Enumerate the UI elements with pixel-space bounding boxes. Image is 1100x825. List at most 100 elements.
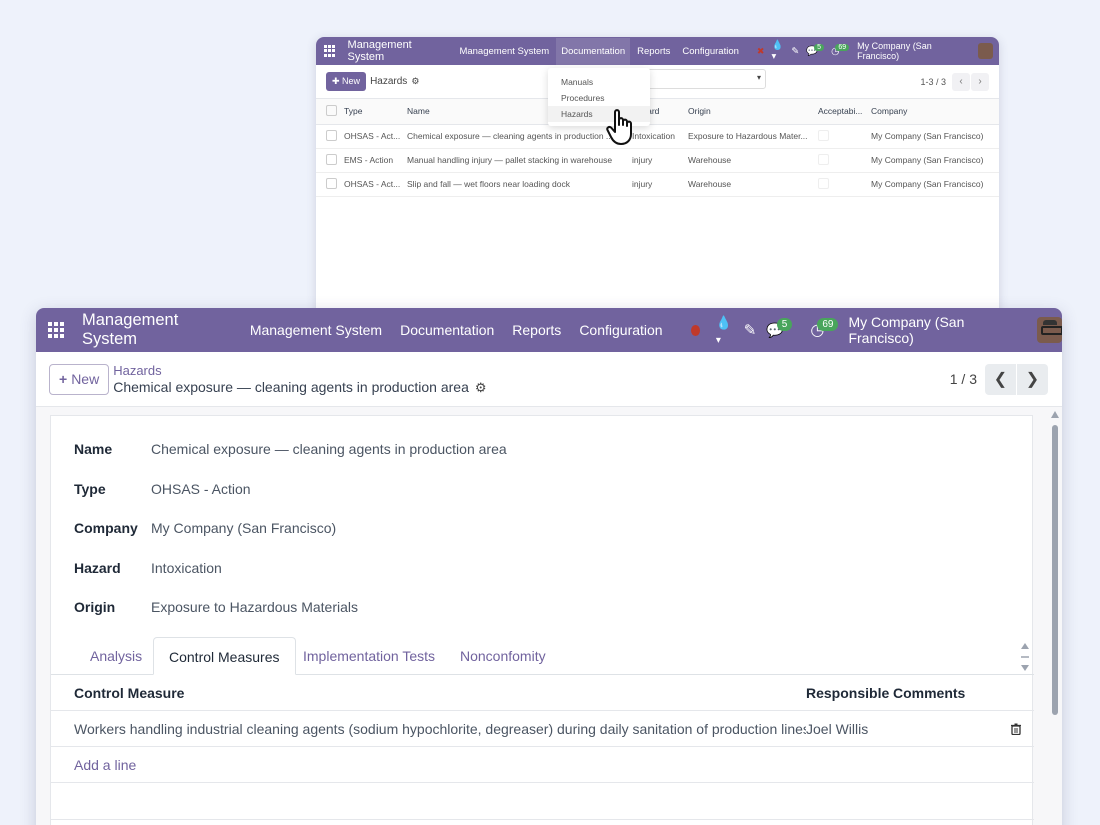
pager-value[interactable]: 1-3 / 3 (920, 77, 946, 87)
menu-management-system[interactable]: Management System (250, 322, 382, 338)
dropdown-item-procedures[interactable]: Procedures (548, 90, 650, 106)
cell-measure[interactable]: Workers handling industrial cleaning age… (51, 721, 806, 737)
type-value[interactable]: OHSAS - Action (151, 481, 251, 497)
drop-icon[interactable]: 💧▾ (716, 315, 734, 346)
table-row[interactable]: OHSAS - Act... Slip and fall — wet floor… (316, 172, 999, 197)
col-comments[interactable]: Comments (891, 685, 1001, 701)
app-brand[interactable]: Management System (348, 39, 448, 63)
cell-hazard: injury (628, 148, 684, 173)
pager-next-icon[interactable]: › (971, 72, 989, 91)
col-responsible[interactable]: Responsible (806, 685, 891, 701)
back-window: Management System Management System Docu… (316, 37, 999, 327)
cell-company: My Company (San Francisco) (867, 124, 999, 149)
acceptability-checkbox[interactable] (818, 153, 829, 165)
company-value[interactable]: My Company (San Francisco) (151, 520, 336, 536)
col-control-measure[interactable]: Control Measure (51, 685, 806, 701)
avatar[interactable] (1037, 317, 1062, 343)
new-button[interactable]: ✚ New (326, 72, 367, 91)
table-row[interactable]: EMS - Action Manual handling injury — pa… (316, 148, 999, 173)
menu-configuration[interactable]: Configuration (579, 322, 662, 338)
pager-value[interactable]: 1 / 3 (950, 371, 977, 387)
search-input[interactable]: ▾ (646, 69, 766, 89)
select-all-checkbox[interactable] (326, 104, 337, 116)
vertical-scrollbar[interactable] (1050, 411, 1060, 825)
scroll-up-icon[interactable] (1051, 411, 1059, 418)
tab-analysis[interactable]: Analysis (75, 637, 157, 675)
tab-nonconformity[interactable]: Nonconfomity (445, 637, 561, 675)
cell-origin: Warehouse (684, 172, 814, 197)
hand-cursor-icon (606, 109, 632, 145)
breadcrumb-parent[interactable]: Hazards (113, 362, 486, 379)
row-checkbox[interactable] (326, 129, 337, 141)
field-hazard: Hazard Intoxication (74, 560, 222, 576)
trash-icon[interactable] (1010, 723, 1022, 735)
hazard-value[interactable]: Intoxication (151, 560, 222, 576)
avatar[interactable] (977, 43, 993, 59)
chat-icon[interactable]: 💬 5 (806, 43, 825, 57)
cell-responsible[interactable]: Joel Willis (806, 721, 891, 737)
app-brand[interactable]: Management System (82, 311, 231, 349)
hazards-table: Type Name Hazard Origin Acceptabi... Com… (316, 99, 999, 197)
new-button[interactable]: + New (49, 363, 110, 395)
field-label: Hazard (74, 560, 121, 576)
company-switcher[interactable]: My Company (San Francisco) (857, 41, 971, 61)
cell-type: EMS - Action (340, 148, 403, 173)
bug-icon[interactable] (690, 324, 700, 336)
menu-reports[interactable]: Reports (637, 46, 670, 57)
cell-type: OHSAS - Act... (340, 172, 403, 197)
dropdown-item-manuals[interactable]: Manuals (548, 74, 650, 90)
col-origin[interactable]: Origin (684, 99, 814, 125)
resize-handle-icon[interactable] (1020, 641, 1030, 673)
pencil-icon[interactable]: ✎ (744, 321, 757, 339)
chat-badge: 5 (776, 317, 793, 331)
menu-configuration[interactable]: Configuration (682, 46, 739, 57)
notebook-tabs: Analysis Control Measures Implementation… (51, 637, 1034, 675)
row-checkbox[interactable] (326, 153, 337, 165)
apps-menu-icon[interactable] (324, 45, 336, 57)
col-type[interactable]: Type (340, 99, 403, 125)
field-label: Name (74, 441, 113, 457)
cell-name: Chemical exposure — cleaning agents in p… (403, 124, 628, 149)
menu-reports[interactable]: Reports (512, 322, 561, 338)
origin-value[interactable]: Exposure to Hazardous Materials (151, 599, 358, 615)
field-label: Company (74, 520, 138, 536)
menu-management-system[interactable]: Management System (459, 46, 549, 57)
bug-icon[interactable]: ✖ (757, 46, 765, 57)
chat-icon[interactable]: 💬 5 (766, 317, 793, 339)
name-value[interactable]: Chemical exposure — cleaning agents in p… (151, 441, 507, 457)
menu-documentation[interactable]: Documentation (556, 37, 631, 65)
drop-icon[interactable]: 💧▾ (771, 40, 784, 62)
activity-badge: 69 (835, 43, 850, 51)
pager-next-icon[interactable]: ❯ (1017, 363, 1048, 395)
pencil-icon[interactable]: ✎ (791, 46, 799, 57)
add-line-link[interactable]: Add a line (51, 757, 136, 773)
chat-badge: 5 (814, 43, 825, 51)
acceptability-checkbox[interactable] (818, 129, 829, 141)
clock-icon[interactable]: ◷ 69 (831, 43, 850, 57)
tab-control-measures[interactable]: Control Measures (153, 637, 296, 675)
cell-hazard: injury (628, 172, 684, 197)
field-name: Name Chemical exposure — cleaning agents… (74, 441, 507, 457)
col-company[interactable]: Company (867, 99, 999, 125)
table-row[interactable]: OHSAS - Act... Chemical exposure — clean… (316, 124, 999, 149)
company-switcher[interactable]: My Company (San Francisco) (848, 314, 1025, 346)
pager-prev-icon[interactable]: ‹ (952, 72, 970, 91)
menu-documentation[interactable]: Documentation (400, 322, 494, 338)
navbar: Management System Management System Docu… (36, 308, 1062, 352)
row-checkbox[interactable] (326, 177, 337, 189)
control-measures-list: Control Measure Responsible Comments Wor… (51, 675, 1034, 820)
breadcrumb: Hazards Chemical exposure — cleaning age… (113, 362, 486, 396)
apps-menu-icon[interactable] (48, 322, 64, 338)
list-row[interactable]: Workers handling industrial cleaning age… (51, 711, 1034, 747)
col-acceptability[interactable]: Acceptabi... (814, 99, 867, 125)
acceptability-checkbox[interactable] (818, 177, 829, 189)
pager-prev-icon[interactable]: ❮ (985, 363, 1016, 395)
add-line-row: Add a line (51, 747, 1034, 783)
empty-row (51, 783, 1034, 820)
clock-icon[interactable]: ◷ 69 (810, 317, 839, 340)
tab-implementation-tests[interactable]: Implementation Tests (288, 637, 450, 675)
scroll-thumb[interactable] (1052, 425, 1058, 715)
gear-icon[interactable]: ⚙ (475, 379, 487, 396)
search-toggle-icon[interactable]: ▾ (757, 73, 761, 82)
gear-icon[interactable]: ⚙ (411, 76, 419, 87)
